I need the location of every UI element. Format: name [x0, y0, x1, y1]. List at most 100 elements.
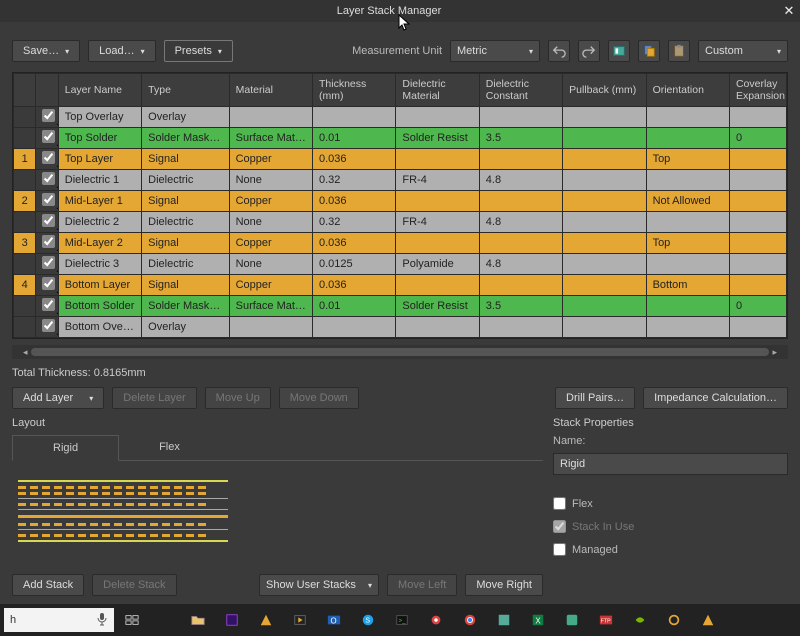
row-checkbox[interactable] — [42, 130, 55, 143]
table-cell[interactable]: Dielectric — [142, 212, 229, 233]
table-cell[interactable] — [729, 254, 786, 275]
table-cell[interactable]: Mid-Layer 1 — [58, 191, 141, 212]
table-cell[interactable]: Copper — [229, 149, 312, 170]
table-cell[interactable] — [479, 317, 562, 338]
app1-icon[interactable] — [488, 606, 520, 634]
media-icon[interactable] — [284, 606, 316, 634]
terminal-icon[interactable]: >_ — [386, 606, 418, 634]
table-cell[interactable] — [36, 107, 58, 128]
delete-stack-button[interactable]: Delete Stack — [92, 574, 176, 596]
table-cell[interactable] — [479, 149, 562, 170]
row-checkbox[interactable] — [42, 193, 55, 206]
table-cell[interactable] — [729, 107, 786, 128]
table-cell[interactable]: Signal — [142, 233, 229, 254]
table-cell[interactable]: Solder Resist — [396, 128, 479, 149]
table-cell[interactable]: Bottom Layer — [58, 275, 141, 296]
chrome-icon[interactable] — [454, 606, 486, 634]
table-cell[interactable]: Top Layer — [58, 149, 141, 170]
table-cell[interactable]: Top Overlay — [58, 107, 141, 128]
app4-icon[interactable] — [692, 606, 724, 634]
table-cell[interactable]: Top — [646, 233, 729, 254]
table-cell[interactable] — [563, 170, 646, 191]
table-cell[interactable] — [729, 233, 786, 254]
table-cell[interactable]: Bottom Solder — [58, 296, 141, 317]
table-cell[interactable]: Solder Resist — [396, 296, 479, 317]
column-header[interactable]: Dielectric Constant — [479, 74, 562, 107]
table-row[interactable]: Top SolderSolder Mask/Co…Surface Materia… — [14, 128, 787, 149]
flex-checkbox[interactable]: Flex — [553, 495, 788, 512]
table-cell[interactable] — [646, 296, 729, 317]
table-cell[interactable] — [36, 191, 58, 212]
app2-icon[interactable] — [556, 606, 588, 634]
table-cell[interactable] — [646, 107, 729, 128]
table-cell[interactable] — [36, 149, 58, 170]
excel-icon[interactable]: X — [522, 606, 554, 634]
microphone-icon[interactable] — [96, 612, 108, 629]
column-header[interactable]: Type — [142, 74, 229, 107]
table-cell[interactable] — [396, 275, 479, 296]
table-cell[interactable]: 0.036 — [313, 233, 396, 254]
table-cell[interactable]: Copper — [229, 275, 312, 296]
table-row[interactable]: 4Bottom LayerSignalCopper0.036Bottom — [14, 275, 787, 296]
table-cell[interactable] — [14, 212, 36, 233]
table-cell[interactable]: 4 — [14, 275, 36, 296]
table-row[interactable]: Dielectric 2DielectricNone0.32FR-44.8 — [14, 212, 787, 233]
table-cell[interactable] — [729, 191, 786, 212]
measurement-unit-select[interactable]: Metric▾ — [450, 40, 540, 62]
table-cell[interactable] — [479, 191, 562, 212]
table-cell[interactable] — [563, 191, 646, 212]
table-cell[interactable] — [646, 212, 729, 233]
table-cell[interactable] — [646, 317, 729, 338]
table-cell[interactable]: Dielectric 2 — [58, 212, 141, 233]
table-cell[interactable]: Solder Mask/Co… — [142, 128, 229, 149]
table-cell[interactable]: Solder Mask/Co… — [142, 296, 229, 317]
table-cell[interactable] — [563, 296, 646, 317]
skype-icon[interactable]: S — [352, 606, 384, 634]
table-cell[interactable] — [14, 296, 36, 317]
table-cell[interactable]: Overlay — [142, 107, 229, 128]
table-cell[interactable]: 4.8 — [479, 212, 562, 233]
paste-icon[interactable] — [668, 40, 690, 62]
table-cell[interactable]: Surface Material — [229, 128, 312, 149]
table-row[interactable]: Bottom SolderSolder Mask/Co…Surface Mate… — [14, 296, 787, 317]
table-row[interactable]: Dielectric 3DielectricNone0.0125Polyamid… — [14, 254, 787, 275]
table-cell[interactable]: 0.036 — [313, 275, 396, 296]
delete-layer-button[interactable]: Delete Layer — [112, 387, 196, 409]
table-cell[interactable] — [479, 107, 562, 128]
table-cell[interactable]: 0.036 — [313, 149, 396, 170]
table-cell[interactable] — [36, 317, 58, 338]
row-checkbox[interactable] — [42, 214, 55, 227]
column-header[interactable]: Pullback (mm) — [563, 74, 646, 107]
settings-icon[interactable] — [420, 606, 452, 634]
table-cell[interactable] — [563, 254, 646, 275]
move-right-button[interactable]: Move Right — [465, 574, 543, 596]
table-cell[interactable]: Signal — [142, 275, 229, 296]
table-cell[interactable] — [14, 107, 36, 128]
table-cell[interactable] — [396, 107, 479, 128]
save-button[interactable]: Save…▾ — [12, 40, 80, 62]
stack-name-input[interactable] — [553, 453, 788, 475]
load-button[interactable]: Load…▾ — [88, 40, 156, 62]
table-cell[interactable]: 3.5 — [479, 128, 562, 149]
table-cell[interactable] — [396, 149, 479, 170]
table-cell[interactable] — [729, 275, 786, 296]
table-cell[interactable] — [14, 170, 36, 191]
managed-checkbox[interactable]: Managed — [553, 541, 788, 558]
table-cell[interactable]: 0.01 — [313, 128, 396, 149]
move-down-button[interactable]: Move Down — [279, 387, 359, 409]
table-cell[interactable]: 0.32 — [313, 212, 396, 233]
table-cell[interactable] — [14, 128, 36, 149]
table-cell[interactable]: Bottom Overlay — [58, 317, 141, 338]
altium-icon[interactable] — [250, 606, 282, 634]
table-cell[interactable]: Dielectric — [142, 170, 229, 191]
table-cell[interactable] — [729, 212, 786, 233]
table-cell[interactable] — [36, 233, 58, 254]
presets-button[interactable]: Presets▾ — [164, 40, 233, 62]
close-icon[interactable]: ✕ — [778, 3, 800, 19]
table-row[interactable]: Top OverlayOverlay — [14, 107, 787, 128]
table-cell[interactable] — [729, 149, 786, 170]
table-cell[interactable]: Mid-Layer 2 — [58, 233, 141, 254]
table-cell[interactable] — [729, 170, 786, 191]
table-cell[interactable]: Copper — [229, 191, 312, 212]
table-cell[interactable]: Top — [646, 149, 729, 170]
